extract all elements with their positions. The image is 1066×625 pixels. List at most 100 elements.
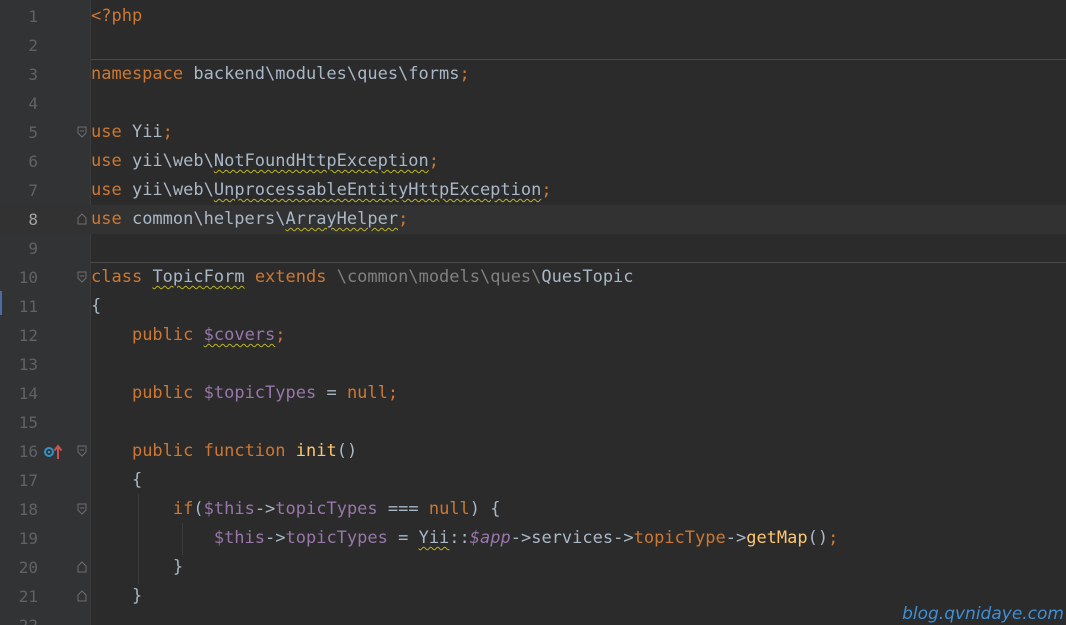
line-number: 17 [18, 471, 38, 490]
code-text: public $topicTypes = null; [91, 379, 398, 408]
code-text: if($this->topicTypes === null) { [91, 495, 501, 524]
keyword: use [91, 151, 122, 171]
class-name: Yii [418, 528, 450, 548]
operator: === [377, 499, 429, 519]
semicolon: ; [541, 180, 552, 200]
semicolon: ; [459, 64, 470, 84]
code-line[interactable]: 3 namespace backend\modules\ques\forms; [0, 60, 1066, 89]
code-editor[interactable]: 1 <?php 2 3 namespace backend\modules\qu… [0, 0, 1066, 625]
class-name: NotFoundHttpException [213, 151, 429, 171]
keyword: public [131, 441, 194, 461]
code-text: use Yii; [91, 118, 173, 147]
code-line[interactable]: 1 <?php [0, 2, 1066, 31]
code-text: use common\helpers\ArrayHelper; [91, 205, 408, 234]
fold-start-icon[interactable] [77, 445, 87, 457]
code-line[interactable]: 20 } [0, 553, 1066, 582]
code-text: namespace backend\modules\ques\forms; [91, 60, 470, 89]
code-line[interactable]: 7 use yii\web\UnprocessableEntityHttpExc… [0, 176, 1066, 205]
paren-brace: ) { [469, 499, 501, 519]
arrow: -> [510, 528, 532, 548]
code-line[interactable]: 14 public $topicTypes = null; [0, 379, 1066, 408]
keyword: use [91, 209, 122, 229]
parens: () [807, 528, 829, 548]
arrow: -> [725, 528, 747, 548]
semicolon: ; [398, 209, 409, 229]
fold-end-icon[interactable] [77, 590, 87, 602]
import-path: Yii [121, 122, 163, 142]
line-number: 13 [18, 355, 38, 374]
fold-start-icon[interactable] [77, 126, 87, 138]
line-number: 14 [18, 384, 38, 403]
code-line[interactable]: 17 { [0, 466, 1066, 495]
class-name: TopicForm [152, 267, 245, 287]
fold-end-icon[interactable] [77, 561, 87, 573]
import-path: common\helpers\ [121, 209, 286, 229]
line-number: 16 [18, 442, 38, 461]
code-text: use yii\web\UnprocessableEntityHttpExcep… [91, 176, 552, 205]
this-variable: $this [213, 528, 266, 548]
line-number: 20 [18, 558, 38, 577]
keyword: null [346, 383, 388, 403]
code-text: } [91, 582, 142, 611]
code-line[interactable]: 16 public function init() [0, 437, 1066, 466]
line-number: 18 [18, 500, 38, 519]
brace: { [91, 296, 102, 316]
code-text: { [91, 466, 142, 495]
fold-end-icon[interactable] [77, 213, 87, 225]
code-line[interactable]: 4 [0, 89, 1066, 118]
code-line[interactable]: 2 [0, 31, 1066, 60]
code-text: } [91, 553, 183, 582]
import-path: yii\web\ [121, 180, 214, 200]
brace: { [91, 470, 143, 490]
code-line[interactable]: 10 class TopicForm extends \common\model… [0, 263, 1066, 292]
fold-start-icon[interactable] [77, 271, 87, 283]
keyword: function [203, 441, 286, 461]
property: $covers [203, 325, 276, 345]
namespace-path: \common\models\ques\ [326, 267, 542, 287]
fold-start-icon[interactable] [77, 503, 87, 515]
semicolon: ; [162, 122, 173, 142]
keyword: null [428, 499, 470, 519]
code-line[interactable]: 5 use Yii; [0, 118, 1066, 147]
code-line[interactable]: 12 public $covers; [0, 321, 1066, 350]
code-line[interactable]: 18 if($this->topicTypes === null) { [0, 495, 1066, 524]
code-line[interactable]: 19 $this->topicTypes = Yii::$app->servic… [0, 524, 1066, 553]
semicolon: ; [387, 383, 399, 403]
code-text: public function init() [91, 437, 357, 466]
code-text: public $covers; [91, 321, 286, 350]
code-line[interactable]: 6 use yii\web\NotFoundHttpException; [0, 147, 1066, 176]
code-text: $this->topicTypes = Yii::$app->services-… [91, 524, 839, 553]
keyword: public [131, 325, 194, 345]
method-call: getMap [746, 528, 808, 548]
code-line[interactable]: 13 [0, 350, 1066, 379]
keyword: use [91, 122, 122, 142]
code-text: use yii\web\NotFoundHttpException; [91, 147, 439, 176]
brace: } [91, 557, 184, 577]
php-open-tag: <?php [91, 6, 143, 26]
arrow: -> [265, 528, 286, 548]
code-line[interactable]: 9 [0, 234, 1066, 263]
code-line[interactable]: 11 { [0, 292, 1066, 321]
function-name: init [295, 441, 337, 461]
code-line[interactable]: 15 [0, 408, 1066, 437]
line-number: 19 [18, 529, 38, 548]
line-number: 8 [28, 210, 38, 229]
keyword: use [91, 180, 122, 200]
line-number: 9 [28, 239, 38, 258]
keyword: namespace [91, 64, 184, 84]
line-number: 10 [18, 268, 38, 287]
code-line-current[interactable]: 8 use common\helpers\ArrayHelper; [0, 205, 1066, 234]
override-method-icon[interactable] [44, 443, 64, 461]
property: topicType [633, 528, 726, 548]
semicolon: ; [828, 528, 839, 548]
keyword: public [131, 383, 194, 403]
